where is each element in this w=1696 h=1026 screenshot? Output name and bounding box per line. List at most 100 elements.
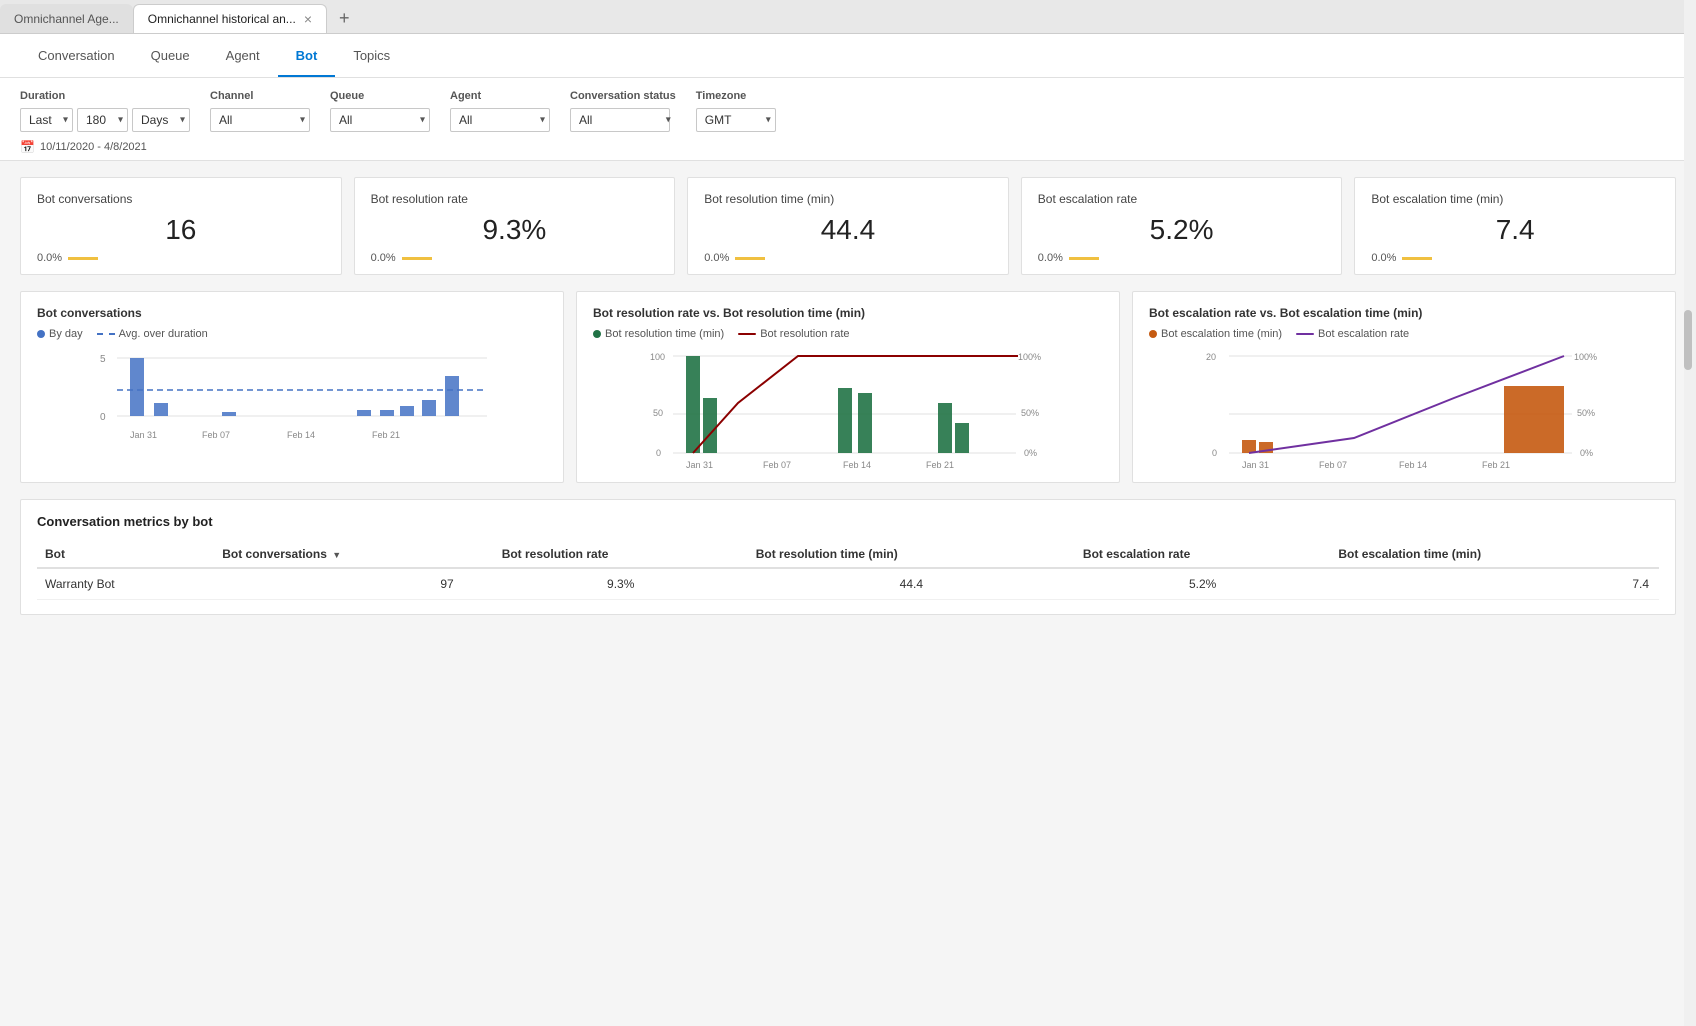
legend-resolution-time-dot <box>593 330 601 338</box>
metrics-table: Bot Bot conversations ▼ Bot resolution r… <box>37 541 1659 600</box>
tab-queue[interactable]: Queue <box>133 34 208 77</box>
tab-1-label: Omnichannel Age... <box>14 12 119 26</box>
chart-bot-conversations-svg: 5 0 Jan 31 <box>37 348 547 478</box>
tab-topics[interactable]: Topics <box>335 34 408 77</box>
kpi-bot-conversations-value: 16 <box>37 214 325 246</box>
svg-text:Jan 31: Jan 31 <box>130 430 157 440</box>
close-icon[interactable]: × <box>304 11 312 27</box>
date-range-text: 10/11/2020 - 4/8/2021 <box>40 141 147 153</box>
svg-text:Feb 07: Feb 07 <box>202 430 230 440</box>
chart-bot-escalation: Bot escalation rate vs. Bot escalation t… <box>1132 291 1676 483</box>
svg-text:5: 5 <box>100 354 106 365</box>
kpi-bot-resolution-rate: Bot resolution rate 9.3% 0.0% <box>354 177 676 275</box>
svg-text:Jan 31: Jan 31 <box>686 460 713 470</box>
legend-resolution-time: Bot resolution time (min) <box>593 328 724 340</box>
chart-bot-conversations-title: Bot conversations <box>37 306 547 320</box>
svg-text:0: 0 <box>100 412 106 423</box>
svg-text:Jan 31: Jan 31 <box>1242 460 1269 470</box>
filter-agent: Agent All <box>450 90 550 132</box>
legend-escalation-rate: Bot escalation rate <box>1296 328 1409 340</box>
duration-label: Duration <box>20 90 190 102</box>
cell-resolution-rate: 9.3% <box>494 568 748 600</box>
svg-text:Feb 07: Feb 07 <box>763 460 791 470</box>
cell-resolution-time: 44.4 <box>748 568 1075 600</box>
svg-text:0: 0 <box>656 448 661 458</box>
kpi-bot-escalation-time-value: 7.4 <box>1371 214 1659 246</box>
tab-conversation[interactable]: Conversation <box>20 34 133 77</box>
chart-bot-escalation-title: Bot escalation rate vs. Bot escalation t… <box>1149 306 1659 320</box>
duration-value-select[interactable]: 180 <box>77 108 128 132</box>
agent-select[interactable]: All <box>450 108 550 132</box>
chart-bot-resolution-area: 100 50 0 100% 50% 0% <box>593 348 1103 468</box>
kpi-bot-escalation-time-title: Bot escalation time (min) <box>1371 192 1659 206</box>
sort-icon: ▼ <box>332 550 341 560</box>
browser-tab-1[interactable]: Omnichannel Age... <box>0 4 133 33</box>
queue-select[interactable]: All <box>330 108 430 132</box>
kpi-bot-escalation-time-bar <box>1402 257 1432 260</box>
legend-by-day-dot <box>37 330 45 338</box>
kpi-bot-conversations-change: 0.0% <box>37 252 62 264</box>
tab-2-label: Omnichannel historical an... <box>148 12 296 26</box>
main-content: Bot conversations 16 0.0% Bot resolution… <box>0 161 1696 631</box>
calendar-icon: 📅 <box>20 140 35 154</box>
filter-channel: Channel All <box>210 90 310 132</box>
legend-resolution-rate-label: Bot resolution rate <box>760 328 849 340</box>
table-header-row: Bot Bot conversations ▼ Bot resolution r… <box>37 541 1659 568</box>
svg-text:0: 0 <box>1212 448 1217 458</box>
duration-last-select[interactable]: Last <box>20 108 73 132</box>
kpi-bot-escalation-rate-title: Bot escalation rate <box>1038 192 1326 206</box>
kpi-bot-resolution-rate-change: 0.0% <box>371 252 396 264</box>
th-resolution-rate: Bot resolution rate <box>494 541 748 568</box>
svg-text:0%: 0% <box>1024 448 1037 458</box>
svg-text:Feb 21: Feb 21 <box>926 460 954 470</box>
legend-escalation-time-label: Bot escalation time (min) <box>1161 328 1282 340</box>
chart-bot-resolution-title: Bot resolution rate vs. Bot resolution t… <box>593 306 1103 320</box>
kpi-bot-escalation-time-change: 0.0% <box>1371 252 1396 264</box>
timezone-select[interactable]: GMT <box>696 108 776 132</box>
legend-escalation-rate-line <box>1296 333 1314 335</box>
chart-bot-resolution-svg: 100 50 0 100% 50% 0% <box>593 348 1103 478</box>
conversation-status-select[interactable]: All <box>570 108 670 132</box>
svg-text:Feb 14: Feb 14 <box>287 430 315 440</box>
filter-timezone: Timezone GMT <box>696 90 776 132</box>
kpi-bot-conversations-title: Bot conversations <box>37 192 325 206</box>
cell-conversations: 97 <box>214 568 493 600</box>
svg-text:Feb 14: Feb 14 <box>1399 460 1427 470</box>
legend-by-day: By day <box>37 328 83 340</box>
table-row: Warranty Bot 97 9.3% 44.4 5.2% 7.4 <box>37 568 1659 600</box>
th-resolution-time: Bot resolution time (min) <box>748 541 1075 568</box>
chart-bot-conversations: Bot conversations By day Avg. over durat… <box>20 291 564 483</box>
duration-period-select[interactable]: Days <box>132 108 190 132</box>
kpi-bot-resolution-rate-value: 9.3% <box>371 214 659 246</box>
cell-bot-name: Warranty Bot <box>37 568 214 600</box>
agent-label: Agent <box>450 90 550 102</box>
scrollbar[interactable] <box>1684 0 1696 1026</box>
channel-select[interactable]: All <box>210 108 310 132</box>
browser-tab-2[interactable]: Omnichannel historical an... × <box>133 4 327 33</box>
svg-text:100%: 100% <box>1018 352 1041 362</box>
th-escalation-time: Bot escalation time (min) <box>1330 541 1659 568</box>
new-tab-button[interactable]: + <box>331 8 358 29</box>
tab-bot[interactable]: Bot <box>278 34 336 77</box>
kpi-bot-resolution-time-title: Bot resolution time (min) <box>704 192 992 206</box>
legend-resolution-rate: Bot resolution rate <box>738 328 849 340</box>
kpi-bot-resolution-time-value: 44.4 <box>704 214 992 246</box>
legend-by-day-label: By day <box>49 328 83 340</box>
svg-text:20: 20 <box>1206 352 1216 362</box>
kpi-bot-escalation-rate: Bot escalation rate 5.2% 0.0% <box>1021 177 1343 275</box>
cell-escalation-rate: 5.2% <box>1075 568 1330 600</box>
kpi-bot-escalation-rate-bar <box>1069 257 1099 260</box>
scrollbar-thumb[interactable] <box>1684 310 1692 370</box>
th-bot-conversations[interactable]: Bot conversations ▼ <box>214 541 493 568</box>
filter-conversation-status: Conversation status All <box>570 90 676 132</box>
svg-text:Feb 21: Feb 21 <box>372 430 400 440</box>
svg-text:Feb 07: Feb 07 <box>1319 460 1347 470</box>
kpi-bot-conversations-bar <box>68 257 98 260</box>
cell-escalation-time: 7.4 <box>1330 568 1659 600</box>
legend-avg-duration: Avg. over duration <box>97 328 208 340</box>
tab-agent[interactable]: Agent <box>208 34 278 77</box>
kpi-bot-resolution-time: Bot resolution time (min) 44.4 0.0% <box>687 177 1009 275</box>
legend-escalation-time-dot <box>1149 330 1157 338</box>
chart-bot-conversations-legend: By day Avg. over duration <box>37 328 547 340</box>
chart-bot-escalation-legend: Bot escalation time (min) Bot escalation… <box>1149 328 1659 340</box>
